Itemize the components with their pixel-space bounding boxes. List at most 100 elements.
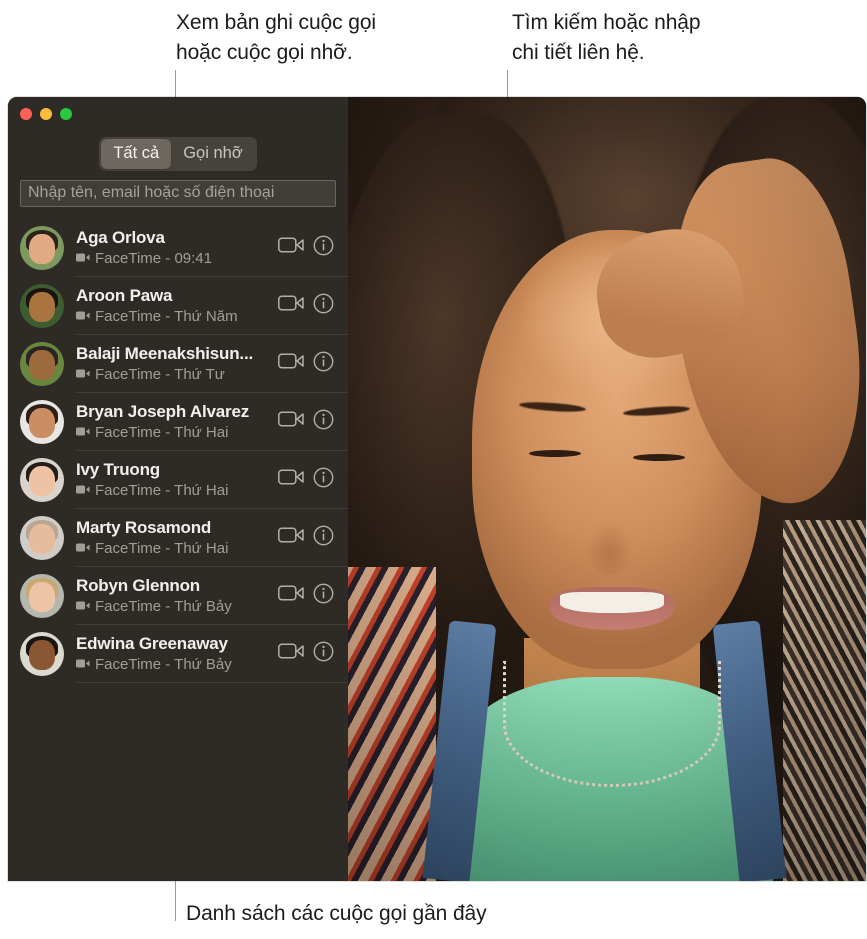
call-item-text: Edwina Greenaway FaceTime - Thứ Bảy <box>64 634 278 674</box>
avatar <box>20 457 64 502</box>
call-item-text: Marty Rosamond FaceTime - Thứ Hai <box>64 518 278 558</box>
info-circle-icon[interactable] <box>313 467 334 488</box>
info-button[interactable] <box>313 583 334 609</box>
call-item-actions <box>278 235 348 261</box>
camera-icon <box>76 250 90 268</box>
video-call-button[interactable] <box>278 352 304 375</box>
call-list-item[interactable]: Ivy Truong FaceTime - Thứ Hai <box>8 451 348 509</box>
info-button[interactable] <box>313 641 334 667</box>
avatar <box>20 399 64 444</box>
search-field-wrap <box>8 179 348 219</box>
contact-name: Aga Orlova <box>76 227 165 247</box>
recent-calls-list[interactable]: Aga Orlova FaceTime - 09:41 Aroon Pawa Face… <box>8 219 348 882</box>
call-detail-text: FaceTime - Thứ Hai <box>95 423 229 441</box>
info-button[interactable] <box>313 351 334 377</box>
leader-line-recents-vertical <box>175 881 176 921</box>
call-detail: FaceTime - Thứ Năm <box>76 308 272 326</box>
close-button[interactable] <box>20 108 32 120</box>
tab-all[interactable]: Tất cả <box>101 139 172 169</box>
call-list-item[interactable]: Balaji Meenakshisun... FaceTime - Thứ Tư <box>8 335 348 393</box>
call-detail: FaceTime - Thứ Hai <box>76 540 272 558</box>
video-call-button[interactable] <box>278 410 304 433</box>
call-detail: FaceTime - 09:41 <box>76 250 272 268</box>
call-detail-text: FaceTime - Thứ Hai <box>95 539 229 557</box>
info-button[interactable] <box>313 409 334 435</box>
info-circle-icon[interactable] <box>313 525 334 546</box>
video-camera-icon[interactable] <box>278 352 304 370</box>
call-list-item[interactable]: Aga Orlova FaceTime - 09:41 <box>8 219 348 277</box>
call-list-item[interactable]: Robyn Glennon FaceTime - Thứ Bảy <box>8 567 348 625</box>
video-call-button[interactable] <box>278 526 304 549</box>
call-item-text: Robyn Glennon FaceTime - Thứ Bảy <box>64 576 278 616</box>
contact-name: Robyn Glennon <box>76 575 200 595</box>
minimize-button[interactable] <box>40 108 52 120</box>
traffic-light-buttons <box>20 108 72 120</box>
call-item-actions <box>278 351 348 377</box>
contact-name: Aroon Pawa <box>76 285 173 305</box>
video-call-button[interactable] <box>278 294 304 317</box>
video-call-button[interactable] <box>278 468 304 491</box>
call-detail: FaceTime - Thứ Bảy <box>76 656 272 674</box>
camera-icon <box>76 424 90 442</box>
video-call-button[interactable] <box>278 584 304 607</box>
call-item-actions <box>278 409 348 435</box>
call-detail: FaceTime - Thứ Bảy <box>76 598 272 616</box>
call-item-actions <box>278 583 348 609</box>
callout-text-search: Tìm kiếm hoặc nhập chi tiết liên hệ. <box>512 11 701 64</box>
avatar <box>20 225 64 270</box>
info-button[interactable] <box>313 235 334 261</box>
camera-icon <box>76 540 90 558</box>
call-item-text: Aroon Pawa FaceTime - Thứ Năm <box>64 286 278 326</box>
tab-missed[interactable]: Gọi nhỡ <box>171 139 254 169</box>
video-camera-icon[interactable] <box>278 236 304 254</box>
contact-name: Balaji Meenakshisun... <box>76 343 253 363</box>
call-detail: FaceTime - Thứ Hai <box>76 482 272 500</box>
avatar <box>20 573 64 618</box>
video-camera-icon[interactable] <box>278 468 304 486</box>
info-button[interactable] <box>313 525 334 551</box>
info-circle-icon[interactable] <box>313 409 334 430</box>
camera-icon <box>76 656 90 674</box>
info-circle-icon[interactable] <box>313 293 334 314</box>
call-item-text: Bryan Joseph Alvarez FaceTime - Thứ Hai <box>64 402 278 442</box>
call-list-item[interactable]: Marty Rosamond FaceTime - Thứ Hai <box>8 509 348 567</box>
avatar <box>20 515 64 560</box>
info-button[interactable] <box>313 293 334 319</box>
info-circle-icon[interactable] <box>313 583 334 604</box>
video-call-button[interactable] <box>278 236 304 259</box>
info-circle-icon[interactable] <box>313 235 334 256</box>
call-list-item[interactable]: Edwina Greenaway FaceTime - Thứ Bảy <box>8 625 348 683</box>
camera-icon <box>76 308 90 326</box>
video-camera-icon[interactable] <box>278 294 304 312</box>
call-item-actions <box>278 525 348 551</box>
window-titlebar <box>8 97 348 143</box>
call-item-text: Ivy Truong FaceTime - Thứ Hai <box>64 460 278 500</box>
info-circle-icon[interactable] <box>313 351 334 372</box>
call-item-actions <box>278 467 348 493</box>
call-detail-text: FaceTime - 09:41 <box>95 249 212 267</box>
video-camera-icon[interactable] <box>278 642 304 660</box>
call-list-item[interactable]: Aroon Pawa FaceTime - Thứ Năm <box>8 277 348 335</box>
search-input[interactable] <box>20 179 336 207</box>
call-detail-text: FaceTime - Thứ Tư <box>95 365 225 383</box>
video-vignette <box>348 97 866 881</box>
call-detail-text: FaceTime - Thứ Năm <box>95 307 238 325</box>
avatar <box>20 341 64 386</box>
callout-text-recents: Danh sách các cuộc gọi gần đây <box>186 902 487 925</box>
video-call-button[interactable] <box>278 642 304 665</box>
callout-text-tabs: Xem bản ghi cuộc gọi hoặc cuộc gọi nhỡ. <box>176 11 376 64</box>
info-circle-icon[interactable] <box>313 641 334 662</box>
call-item-text: Balaji Meenakshisun... FaceTime - Thứ Tư <box>64 344 278 384</box>
video-camera-icon[interactable] <box>278 584 304 602</box>
call-item-actions <box>278 293 348 319</box>
contact-name: Marty Rosamond <box>76 517 212 537</box>
call-detail: FaceTime - Thứ Tư <box>76 366 272 384</box>
info-button[interactable] <box>313 467 334 493</box>
video-camera-icon[interactable] <box>278 526 304 544</box>
camera-icon <box>76 598 90 616</box>
zoom-button[interactable] <box>60 108 72 120</box>
call-list-item[interactable]: Bryan Joseph Alvarez FaceTime - Thứ Hai <box>8 393 348 451</box>
video-camera-icon[interactable] <box>278 410 304 428</box>
facetime-video-pane[interactable] <box>348 97 866 881</box>
call-detail-text: FaceTime - Thứ Bảy <box>95 655 232 673</box>
